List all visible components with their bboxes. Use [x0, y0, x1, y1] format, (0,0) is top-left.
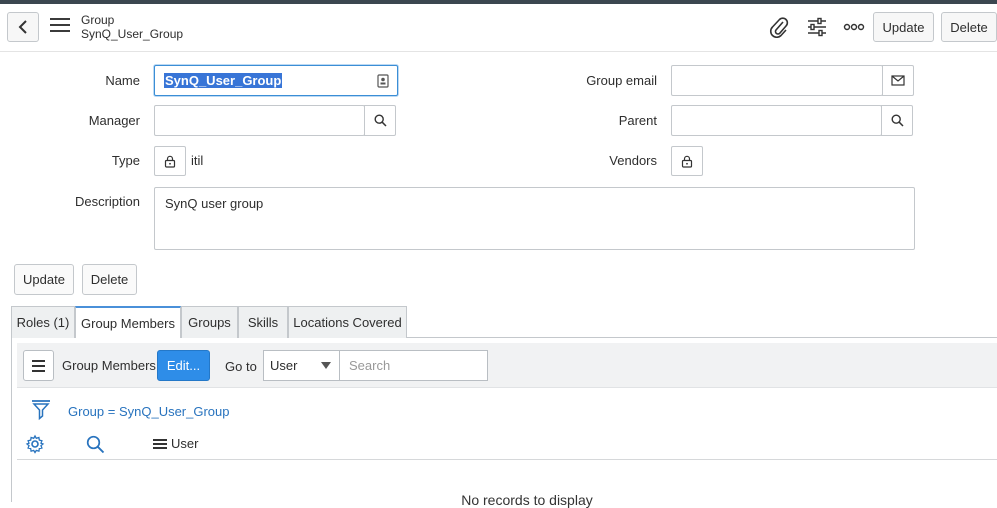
filter-breadcrumb[interactable]: Group = SynQ_User_Group — [68, 404, 230, 419]
address-book-icon[interactable] — [377, 74, 389, 88]
tab-groups[interactable]: Groups — [181, 306, 238, 338]
manager-field[interactable] — [154, 105, 365, 136]
name-field[interactable]: SynQ_User_Group — [154, 65, 398, 96]
description-label: Description — [74, 194, 140, 209]
email-send-button[interactable] — [882, 65, 914, 96]
paperclip-icon[interactable] — [766, 14, 792, 40]
parent-field[interactable] — [671, 105, 882, 136]
search-icon — [890, 114, 904, 127]
column-menu-icon[interactable] — [153, 439, 167, 449]
search-icon — [373, 114, 387, 127]
settings-sliders-icon[interactable] — [804, 14, 830, 40]
delete-button[interactable]: Delete — [82, 264, 137, 295]
manager-label: Manager — [88, 113, 140, 128]
envelope-icon — [891, 75, 905, 86]
header-delete-button[interactable]: Delete — [941, 12, 997, 42]
type-label: Type — [111, 153, 140, 168]
type-lock-button[interactable] — [154, 146, 186, 176]
group-email-field[interactable] — [671, 65, 883, 96]
tab-roles[interactable]: Roles (1) — [11, 306, 75, 338]
list-context-menu-button[interactable] — [23, 350, 54, 381]
chevron-down-icon — [321, 362, 331, 369]
edit-button[interactable]: Edit... — [157, 350, 210, 381]
back-button[interactable] — [7, 12, 39, 42]
column-header-user[interactable]: User — [171, 436, 198, 451]
empty-state-text: No records to display — [461, 492, 593, 508]
parent-label: Parent — [618, 113, 657, 128]
list-search-input[interactable]: Search — [339, 350, 488, 381]
update-button[interactable]: Update — [14, 264, 74, 295]
name-label: Name — [105, 73, 140, 88]
menu-icon[interactable] — [50, 18, 70, 34]
group-email-label: Group email — [586, 73, 657, 88]
vendors-label: Vendors — [609, 153, 657, 168]
description-field[interactable]: SynQ user group — [154, 187, 915, 250]
tab-skills[interactable]: Skills — [238, 306, 288, 338]
form-title: Group — [81, 13, 115, 27]
gear-icon[interactable] — [25, 434, 45, 457]
parent-search-button[interactable] — [881, 105, 913, 136]
filter-icon[interactable] — [31, 399, 51, 424]
goto-label: Go to — [225, 359, 257, 374]
tab-group-members[interactable]: Group Members — [75, 306, 181, 339]
tab-locations-covered[interactable]: Locations Covered — [288, 306, 407, 338]
header-divider — [17, 459, 997, 460]
search-icon[interactable] — [86, 435, 105, 457]
back-icon — [18, 20, 27, 34]
hamburger-icon — [32, 359, 45, 362]
form-subtitle: SynQ_User_Group — [81, 27, 184, 41]
more-icon[interactable] — [841, 14, 867, 40]
manager-search-button[interactable] — [364, 105, 396, 136]
list-title: Group Members — [62, 358, 156, 373]
form-header: Group SynQ_User_Group Update Delete — [0, 4, 997, 52]
lock-icon — [681, 155, 693, 168]
lock-icon — [164, 155, 176, 168]
name-value: SynQ_User_Group — [164, 73, 283, 88]
header-update-button[interactable]: Update — [873, 12, 934, 42]
type-value: itil — [191, 153, 204, 168]
vendors-lock-button[interactable] — [671, 146, 703, 176]
